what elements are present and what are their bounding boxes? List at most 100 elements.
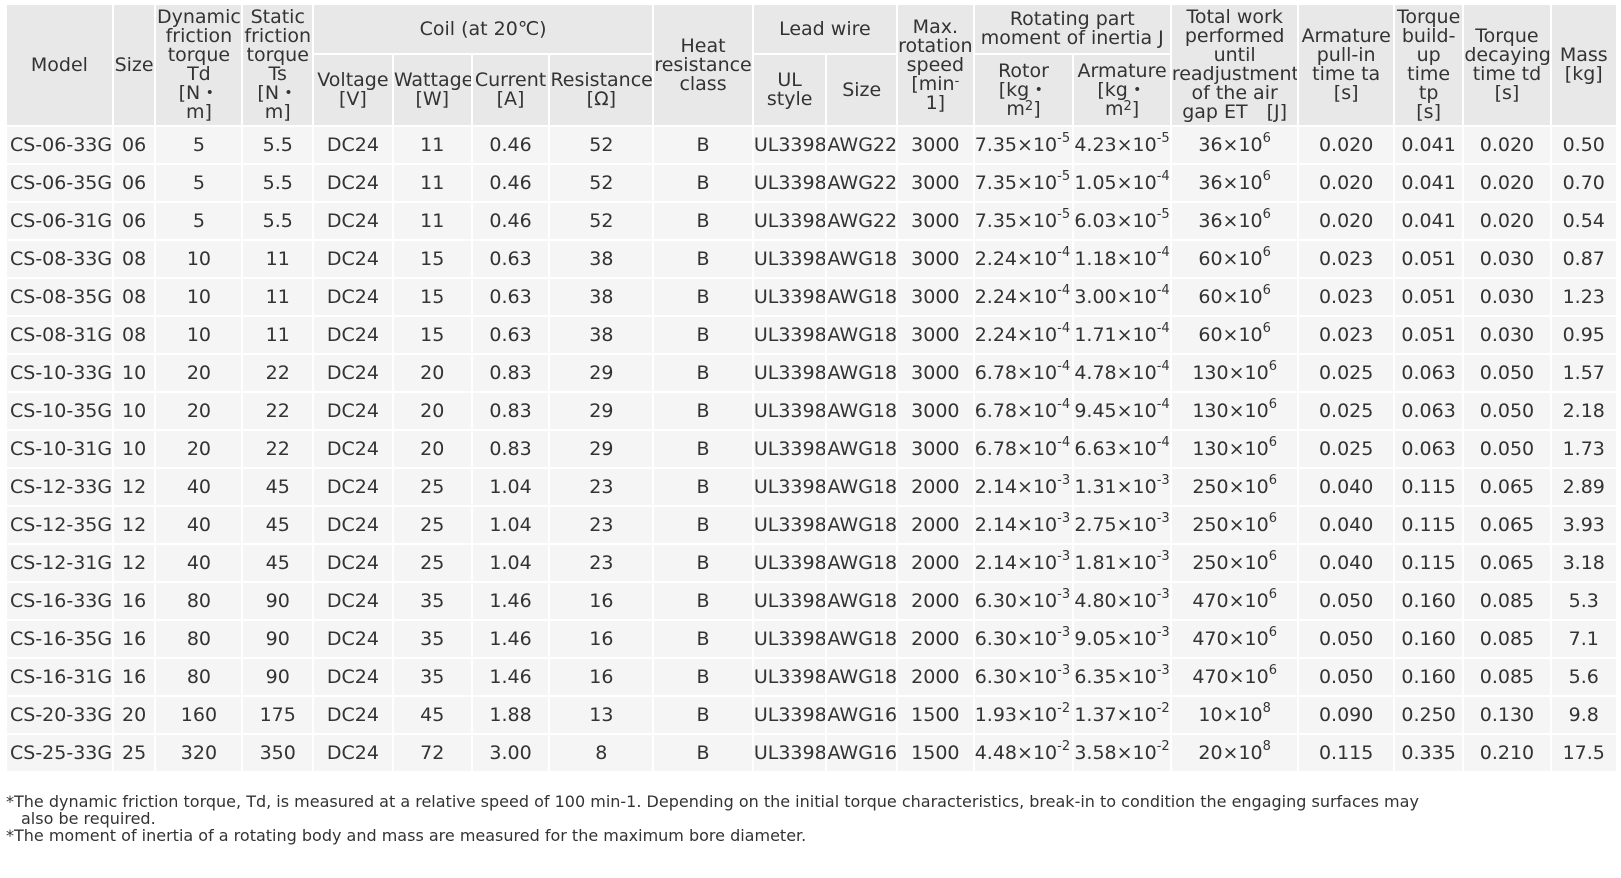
cell-max-speed: 2000: [897, 507, 973, 543]
cell-static-torque: 22: [243, 431, 312, 467]
cell-heat-class: B: [654, 127, 752, 163]
cell-rotor-inertia: 4.48×10-2: [974, 735, 1073, 771]
cell-size: 16: [113, 583, 155, 619]
cell-static-torque: 45: [243, 507, 312, 543]
col-header-wattage: Wattage [W]: [393, 55, 471, 125]
cell-voltage: DC24: [313, 507, 392, 543]
cell-current: 1.04: [472, 469, 549, 505]
cell-static-torque: 175: [243, 697, 312, 733]
cell-wire-size: AWG18: [827, 317, 896, 353]
cell-buildup-time: 0.051: [1394, 241, 1463, 277]
cell-ul-style: UL3398: [753, 507, 826, 543]
cell-decay-time: 0.065: [1464, 545, 1550, 581]
cell-size: 16: [113, 621, 155, 657]
cell-wire-size: AWG22: [827, 127, 896, 163]
cell-buildup-time: 0.063: [1394, 393, 1463, 429]
cell-ul-style: UL3398: [753, 545, 826, 581]
cell-armature-inertia: 2.75×10-3: [1074, 507, 1170, 543]
cell-current: 1.04: [472, 507, 549, 543]
cell-mass: 3.18: [1551, 545, 1616, 581]
cell-dynamic-torque: 10: [156, 241, 242, 277]
cell-pull-in-time: 0.020: [1299, 127, 1393, 163]
cell-current: 0.46: [472, 127, 549, 163]
cell-model: CS-06-35G: [7, 165, 112, 201]
cell-total-work: 470×106: [1171, 583, 1298, 619]
cell-static-torque: 90: [243, 659, 312, 695]
cell-max-speed: 2000: [897, 545, 973, 581]
cell-static-torque: 5.5: [243, 203, 312, 239]
cell-resistance: 8: [550, 735, 653, 771]
cell-mass: 0.70: [1551, 165, 1616, 201]
col-header-armature: Armature [kg・ m2]: [1074, 55, 1170, 125]
cell-current: 1.46: [472, 621, 549, 657]
cell-pull-in-time: 0.025: [1299, 393, 1393, 429]
cell-pull-in-time: 0.050: [1299, 621, 1393, 657]
cell-rotor-inertia: 2.14×10-3: [974, 545, 1073, 581]
col-header-dynamic-torque: Dynamic friction torque Td [N・ m]: [156, 5, 242, 125]
cell-decay-time: 0.085: [1464, 621, 1550, 657]
cell-resistance: 23: [550, 545, 653, 581]
cell-ul-style: UL3398: [753, 317, 826, 353]
col-header-mass: Mass [kg]: [1551, 5, 1616, 125]
cell-total-work: 130×106: [1171, 431, 1298, 467]
cell-armature-inertia: 4.23×10-5: [1074, 127, 1170, 163]
cell-voltage: DC24: [313, 583, 392, 619]
cell-armature-inertia: 1.71×10-4: [1074, 317, 1170, 353]
cell-model: CS-10-31G: [7, 431, 112, 467]
cell-armature-inertia: 1.37×10-2: [1074, 697, 1170, 733]
cell-decay-time: 0.050: [1464, 355, 1550, 391]
cell-static-torque: 11: [243, 279, 312, 315]
cell-model: CS-06-31G: [7, 203, 112, 239]
cell-ul-style: UL3398: [753, 393, 826, 429]
cell-total-work: 250×106: [1171, 507, 1298, 543]
cell-max-speed: 1500: [897, 697, 973, 733]
cell-mass: 0.50: [1551, 127, 1616, 163]
cell-voltage: DC24: [313, 203, 392, 239]
cell-dynamic-torque: 40: [156, 507, 242, 543]
cell-decay-time: 0.130: [1464, 697, 1550, 733]
cell-current: 1.88: [472, 697, 549, 733]
cell-wattage: 45: [393, 697, 471, 733]
cell-wire-size: AWG18: [827, 241, 896, 277]
cell-dynamic-torque: 20: [156, 431, 242, 467]
cell-pull-in-time: 0.023: [1299, 317, 1393, 353]
cell-wattage: 11: [393, 203, 471, 239]
cell-rotor-inertia: 6.78×10-4: [974, 355, 1073, 391]
cell-voltage: DC24: [313, 469, 392, 505]
cell-model: CS-16-33G: [7, 583, 112, 619]
cell-dynamic-torque: 5: [156, 203, 242, 239]
cell-model: CS-16-31G: [7, 659, 112, 695]
cell-wire-size: AWG18: [827, 469, 896, 505]
cell-resistance: 16: [550, 583, 653, 619]
cell-pull-in-time: 0.020: [1299, 203, 1393, 239]
cell-buildup-time: 0.115: [1394, 507, 1463, 543]
cell-max-speed: 3000: [897, 127, 973, 163]
cell-buildup-time: 0.051: [1394, 279, 1463, 315]
cell-size: 10: [113, 431, 155, 467]
col-header-current: Current [A]: [472, 55, 549, 125]
cell-resistance: 16: [550, 659, 653, 695]
cell-wire-size: AWG22: [827, 203, 896, 239]
cell-ul-style: UL3398: [753, 697, 826, 733]
cell-voltage: DC24: [313, 279, 392, 315]
cell-dynamic-torque: 80: [156, 621, 242, 657]
cell-buildup-time: 0.063: [1394, 355, 1463, 391]
col-header-model: Model: [7, 5, 112, 125]
cell-ul-style: UL3398: [753, 165, 826, 201]
cell-max-speed: 3000: [897, 317, 973, 353]
cell-heat-class: B: [654, 735, 752, 771]
cell-resistance: 29: [550, 355, 653, 391]
cell-pull-in-time: 0.025: [1299, 355, 1393, 391]
cell-rotor-inertia: 2.14×10-3: [974, 469, 1073, 505]
cell-wattage: 25: [393, 469, 471, 505]
cell-heat-class: B: [654, 165, 752, 201]
cell-resistance: 23: [550, 507, 653, 543]
cell-rotor-inertia: 7.35×10-5: [974, 127, 1073, 163]
cell-heat-class: B: [654, 393, 752, 429]
cell-heat-class: B: [654, 431, 752, 467]
cell-resistance: 52: [550, 127, 653, 163]
cell-mass: 9.8: [1551, 697, 1616, 733]
cell-size: 08: [113, 317, 155, 353]
header-row-top: Model Size Dynamic friction torque Td [N・ m] …: [7, 5, 1616, 125]
cell-size: 25: [113, 735, 155, 771]
